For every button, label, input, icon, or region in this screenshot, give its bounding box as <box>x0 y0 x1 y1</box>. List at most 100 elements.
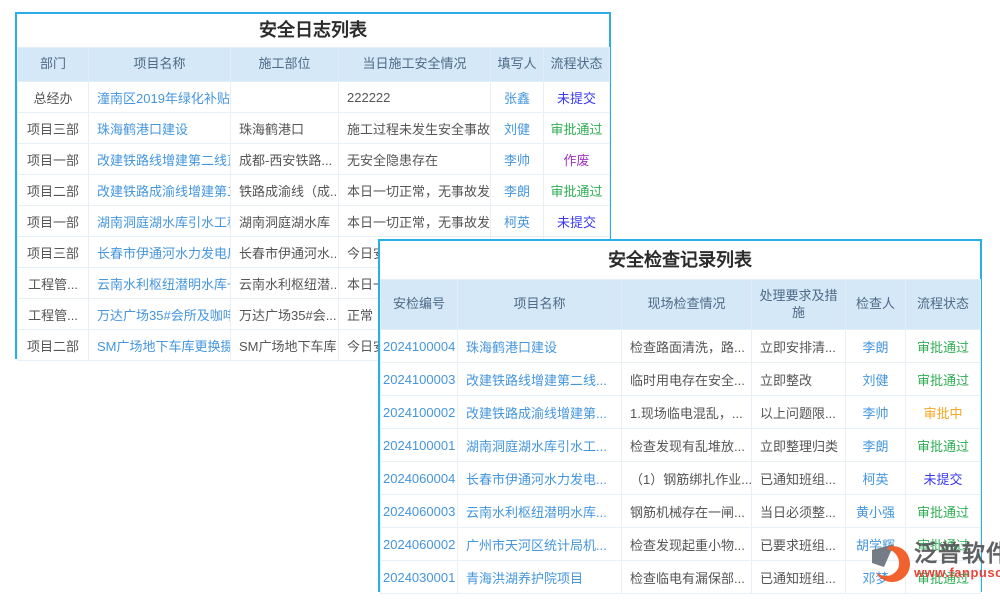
construction-part-cell: 成都-西安铁路... <box>231 144 339 175</box>
flow-status-badge: 未提交 <box>906 462 981 495</box>
inspector-link[interactable]: 刘健 <box>846 363 906 396</box>
project-link[interactable]: 青海洪湖养护院项目 <box>458 561 622 594</box>
table-row: 总经办潼南区2019年绿化补贴项...222222张鑫未提交 <box>18 82 610 113</box>
writer-link[interactable]: 张鑫 <box>491 82 544 113</box>
col-header-inspector: 检查人 <box>846 280 906 330</box>
inspection-no-link[interactable]: 2024100002 <box>381 396 458 429</box>
measure-cell: 已通知班组... <box>752 561 846 594</box>
project-link[interactable]: 长春市伊通河水力发电... <box>458 462 622 495</box>
measure-cell: 当日必须整... <box>752 495 846 528</box>
dept-cell: 总经办 <box>18 82 89 113</box>
dept-cell: 项目二部 <box>18 175 89 206</box>
construction-part-cell: 湖南洞庭湖水库 <box>231 206 339 237</box>
flow-status-badge: 审批通过 <box>906 429 981 462</box>
col-header-no: 安检编号 <box>381 280 458 330</box>
dept-cell: 项目三部 <box>18 113 89 144</box>
inspection-no-link[interactable]: 2024100001 <box>381 429 458 462</box>
col-header-project: 项目名称 <box>89 48 231 82</box>
project-link[interactable]: 改建铁路线增建第二线直... <box>89 144 231 175</box>
safety-inspection-header-row: 安检编号 项目名称 现场检查情况 处理要求及措施 检查人 流程状态 <box>381 280 981 330</box>
inspection-no-link[interactable]: 2024100004 <box>381 330 458 363</box>
safety-situation-cell: 无安全隐患存在 <box>339 144 491 175</box>
construction-part-cell: 铁路成渝线（成... <box>231 175 339 206</box>
project-link[interactable]: 改建铁路成渝线增建第... <box>458 396 622 429</box>
inspector-link[interactable]: 李朗 <box>846 429 906 462</box>
safety-inspection-table: 安检编号 项目名称 现场检查情况 处理要求及措施 检查人 流程状态 202410… <box>380 279 981 594</box>
dept-cell: 工程管... <box>18 299 89 330</box>
table-row: 2024030001青海洪湖养护院项目检查临电有漏保部...已通知班组...邓梦… <box>381 561 981 594</box>
inspection-no-link[interactable]: 2024060002 <box>381 528 458 561</box>
project-link[interactable]: SM广场地下车库更换摄... <box>89 330 231 361</box>
measure-cell: 已通知班组... <box>752 462 846 495</box>
site-check-situation-cell: 检查发现有乱堆放... <box>622 429 752 462</box>
dept-cell: 项目一部 <box>18 144 89 175</box>
project-link[interactable]: 改建铁路成渝线增建第二... <box>89 175 231 206</box>
writer-link[interactable]: 李朗 <box>491 175 544 206</box>
inspector-link[interactable]: 柯英 <box>846 462 906 495</box>
inspection-no-link[interactable]: 2024060003 <box>381 495 458 528</box>
col-header-status: 流程状态 <box>906 280 981 330</box>
table-row: 2024100004珠海鹤港口建设检查路面清洗，路...立即安排清...李朗审批… <box>381 330 981 363</box>
construction-part-cell: 长春市伊通河水... <box>231 237 339 268</box>
project-link[interactable]: 珠海鹤港口建设 <box>89 113 231 144</box>
col-header-status: 流程状态 <box>544 48 610 82</box>
project-link[interactable]: 潼南区2019年绿化补贴项... <box>89 82 231 113</box>
project-link[interactable]: 广州市天河区统计局机... <box>458 528 622 561</box>
table-row: 2024100001湖南洞庭湖水库引水工...检查发现有乱堆放...立即整理归类… <box>381 429 981 462</box>
dept-cell: 项目一部 <box>18 206 89 237</box>
flow-status-badge: 未提交 <box>544 206 610 237</box>
inspection-no-link[interactable]: 2024060004 <box>381 462 458 495</box>
col-header-situation: 当日施工安全情况 <box>339 48 491 82</box>
col-header-dept: 部门 <box>18 48 89 82</box>
inspector-link[interactable]: 胡学辉 <box>846 528 906 561</box>
safety-log-header-row: 部门 项目名称 施工部位 当日施工安全情况 填写人 流程状态 <box>18 48 610 82</box>
project-link[interactable]: 长春市伊通河水力发电厂... <box>89 237 231 268</box>
site-check-situation-cell: 1.现场临电混乱，... <box>622 396 752 429</box>
writer-link[interactable]: 李帅 <box>491 144 544 175</box>
safety-situation-cell: 施工过程未发生安全事故... <box>339 113 491 144</box>
project-link[interactable]: 珠海鹤港口建设 <box>458 330 622 363</box>
construction-part-cell: 珠海鹤港口 <box>231 113 339 144</box>
site-check-situation-cell: （1）钢筋绑扎作业... <box>622 462 752 495</box>
inspection-no-link[interactable]: 2024030001 <box>381 561 458 594</box>
construction-part-cell: 万达广场35#会... <box>231 299 339 330</box>
project-link[interactable]: 改建铁路线增建第二线... <box>458 363 622 396</box>
project-link[interactable]: 湖南洞庭湖水库引水工... <box>458 429 622 462</box>
flow-status-badge: 作废 <box>544 144 610 175</box>
construction-part-cell: 云南水利枢纽潜... <box>231 268 339 299</box>
inspection-no-link[interactable]: 2024100003 <box>381 363 458 396</box>
writer-link[interactable]: 刘健 <box>491 113 544 144</box>
project-link[interactable]: 云南水利枢纽潜明水库一... <box>89 268 231 299</box>
project-link[interactable]: 湖南洞庭湖水库引水工程... <box>89 206 231 237</box>
flow-status-badge: 审批通过 <box>544 175 610 206</box>
site-check-situation-cell: 检查路面清洗，路... <box>622 330 752 363</box>
project-link[interactable]: 万达广场35#会所及咖啡... <box>89 299 231 330</box>
flow-status-badge: 审批中 <box>906 396 981 429</box>
inspector-link[interactable]: 黄小强 <box>846 495 906 528</box>
col-header-writer: 填写人 <box>491 48 544 82</box>
col-header-measure: 处理要求及措施 <box>752 280 846 330</box>
table-row: 2024100003改建铁路线增建第二线...临时用电存在安全...立即整改刘健… <box>381 363 981 396</box>
flow-status-badge: 审批通过 <box>906 561 981 594</box>
inspector-link[interactable]: 李帅 <box>846 396 906 429</box>
table-row: 2024060003云南水利枢纽潜明水库...钢筋机械存在一闸...当日必须整.… <box>381 495 981 528</box>
site-check-situation-cell: 钢筋机械存在一闸... <box>622 495 752 528</box>
measure-cell: 以上问题限... <box>752 396 846 429</box>
table-row: 项目三部珠海鹤港口建设珠海鹤港口施工过程未发生安全事故...刘健审批通过 <box>18 113 610 144</box>
project-link[interactable]: 云南水利枢纽潜明水库... <box>458 495 622 528</box>
construction-part-cell: SM广场地下车库 <box>231 330 339 361</box>
inspector-link[interactable]: 李朗 <box>846 330 906 363</box>
table-row: 2024060004长春市伊通河水力发电...（1）钢筋绑扎作业...已通知班组… <box>381 462 981 495</box>
flow-status-badge: 审批通过 <box>906 330 981 363</box>
construction-part-cell <box>231 82 339 113</box>
safety-situation-cell: 222222 <box>339 82 491 113</box>
measure-cell: 立即整改 <box>752 363 846 396</box>
flow-status-badge: 审批通过 <box>906 495 981 528</box>
safety-inspection-title: 安全检查记录列表 <box>380 241 980 279</box>
safety-situation-cell: 本日一切正常，无事故发... <box>339 175 491 206</box>
writer-link[interactable]: 柯英 <box>491 206 544 237</box>
safety-log-title: 安全日志列表 <box>17 14 609 47</box>
dept-cell: 项目三部 <box>18 237 89 268</box>
inspector-link[interactable]: 邓梦 <box>846 561 906 594</box>
flow-status-badge: 审批通过 <box>906 528 981 561</box>
